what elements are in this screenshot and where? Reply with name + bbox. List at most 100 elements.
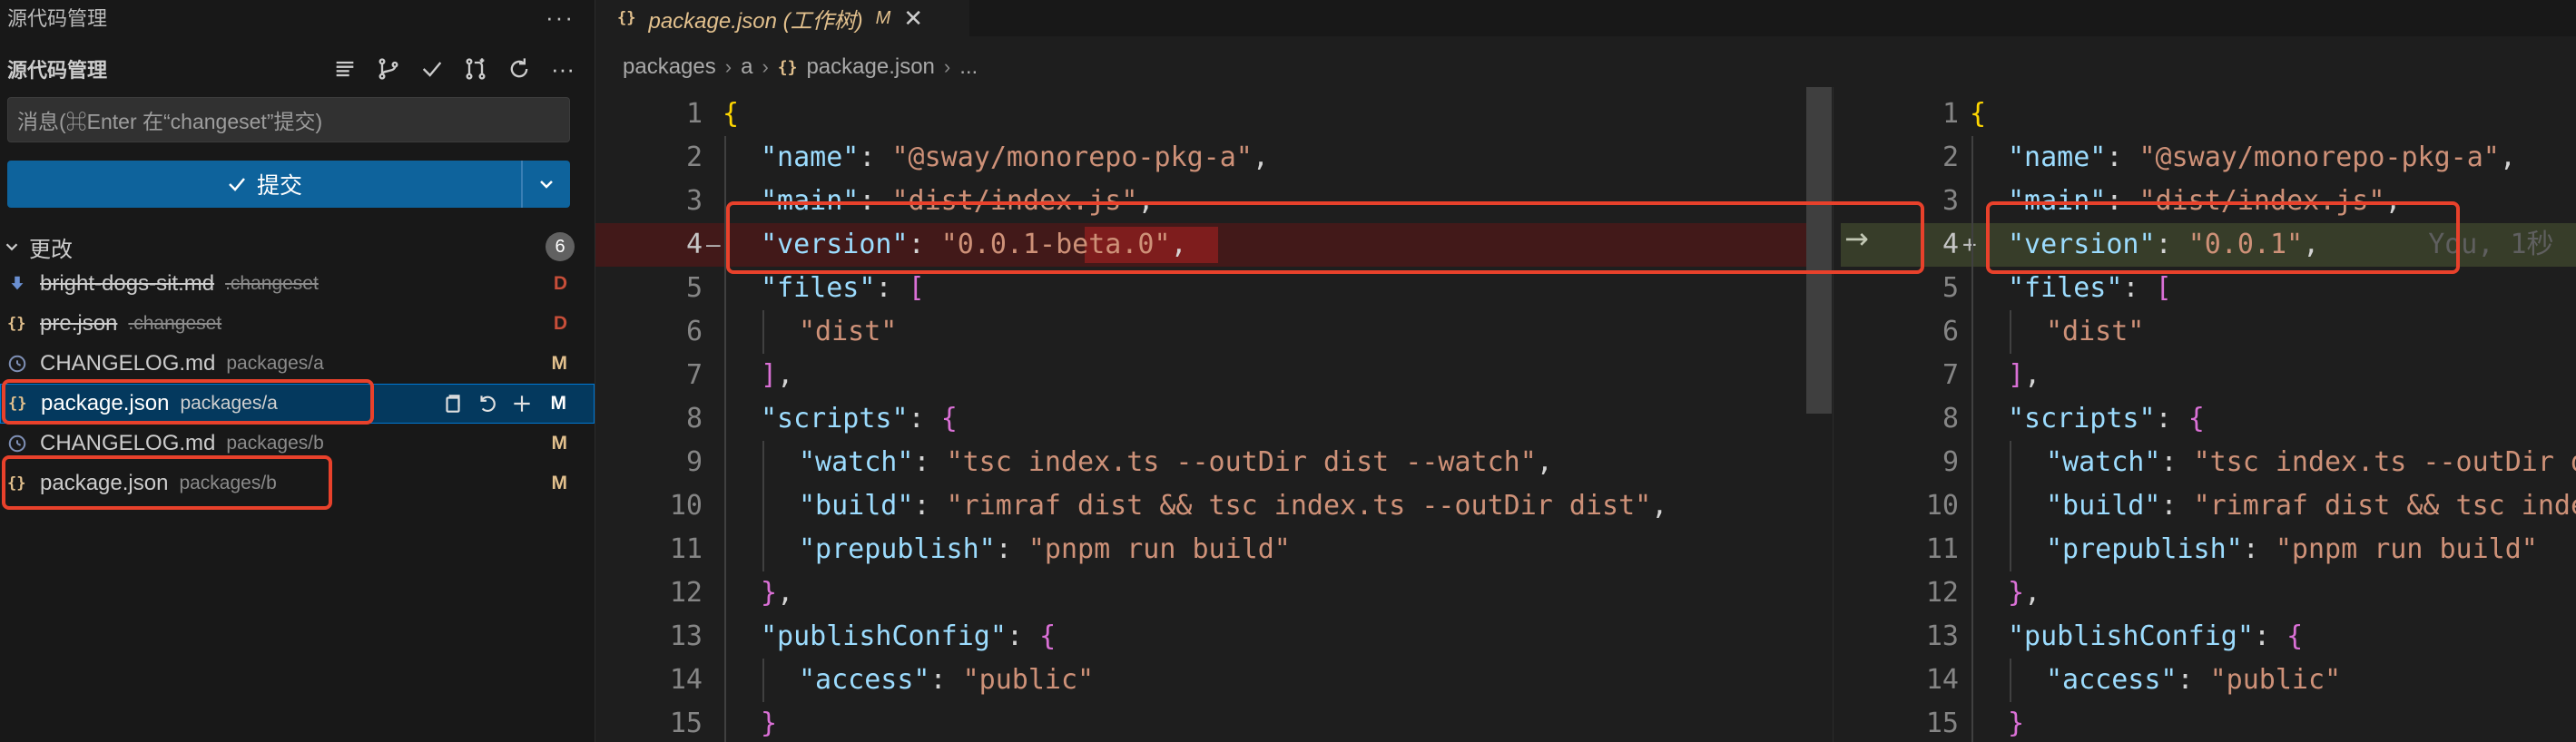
code-token: ,: [2384, 185, 2402, 217]
scm-header: 源代码管理 ···: [0, 50, 595, 88]
code-line: "prepublish": "pnpm run build": [2046, 528, 2538, 571]
commit-button-label: 提交: [256, 173, 302, 199]
code-token: }: [761, 708, 778, 739]
indent-guide: [1971, 571, 1973, 615]
indent-guide: [1971, 484, 1973, 528]
scm-toolbar: ···: [329, 54, 587, 84]
refresh-icon[interactable]: [504, 54, 535, 84]
code-line: "version": "0.0.1", You, 1秒: [2008, 223, 2554, 267]
line-number: 1: [685, 98, 703, 130]
commit-button[interactable]: 提交: [7, 161, 521, 208]
list-item[interactable]: {} pre.json .changeset D: [0, 304, 595, 344]
diff-modified-pane[interactable]: 1 {2 "name": "@sway/monorepo-pkg-a", 3 "main…: [1841, 87, 2576, 742]
line-number: 11: [1925, 533, 1959, 565]
code-token: "main": [761, 185, 860, 217]
indent-guide: [1971, 615, 1973, 659]
list-item[interactable]: {} package.json packages/a M: [0, 384, 595, 424]
code-token: :: [859, 185, 892, 217]
code-token: "scripts": [2008, 403, 2156, 434]
code-token: "access": [799, 664, 930, 696]
line-number: 2: [1942, 142, 1959, 173]
code-token: "publishConfig": [2008, 620, 2254, 652]
chevron-down-icon: [540, 181, 553, 189]
list-item[interactable]: {} package.json packages/b M: [0, 464, 595, 503]
code-line: "name": "@sway/monorepo-pkg-a",: [2008, 136, 2516, 180]
branch-graph-icon[interactable]: [373, 54, 404, 84]
file-name: package.json: [40, 471, 169, 495]
list-item[interactable]: CHANGELOG.md packages/b M: [0, 424, 595, 464]
indent-guide: [724, 571, 726, 615]
code-token: "build": [799, 490, 914, 522]
line-number: 11: [669, 533, 703, 565]
code-token: "public": [962, 664, 1095, 696]
close-icon[interactable]: ✕: [903, 5, 923, 33]
code-token: {: [1039, 620, 1057, 652]
code-token: :: [929, 664, 963, 696]
json-icon: {}: [7, 474, 26, 493]
code-line: "scripts": {: [2008, 397, 2205, 441]
code-token: "version": [761, 229, 909, 260]
scrollbar-thumb[interactable]: [1806, 87, 1832, 414]
view-as-list-icon[interactable]: [329, 54, 360, 84]
breadcrumb-item-packages[interactable]: packages: [623, 54, 716, 80]
code-token: :: [2160, 446, 2194, 478]
commit-message-input[interactable]: 消息(⌘Enter 在“changeset”提交): [7, 97, 570, 142]
open-file-icon[interactable]: [441, 392, 465, 415]
code-token: :: [2155, 403, 2188, 434]
line-number: 13: [1925, 620, 1959, 652]
indent-guide: [724, 223, 726, 267]
code-line: },: [761, 571, 793, 615]
more-scm-actions-icon[interactable]: ···: [547, 54, 578, 84]
code-token: "pnpm run build": [1027, 533, 1291, 565]
code-token: "watch": [799, 446, 914, 478]
tab-package-json[interactable]: {} package.json (工作树) M ✕: [595, 0, 969, 36]
code-token: [: [2155, 272, 2172, 304]
code-line: "dist": [2046, 310, 2144, 354]
code-line: "scripts": {: [761, 397, 958, 441]
indent-guide: [724, 180, 726, 223]
code-token: :: [2155, 229, 2188, 260]
line-number: 7: [1942, 359, 1959, 391]
line-number: 14: [669, 664, 703, 696]
code-line: "version": "0.0.1-beta.0",: [761, 223, 1187, 267]
line-number: 3: [685, 185, 703, 217]
line-number: 12: [669, 577, 703, 609]
file-status: M: [551, 433, 568, 454]
breadcrumb-item-file[interactable]: package.json: [806, 54, 934, 80]
tab-title: package.json (工作树): [648, 8, 863, 34]
code-token: :: [2106, 185, 2139, 217]
code-token: }: [2008, 708, 2025, 739]
indent-guide: [762, 528, 764, 571]
indent-guide: [724, 528, 726, 571]
discard-changes-icon[interactable]: [476, 392, 499, 415]
breadcrumb-item-a[interactable]: a: [741, 54, 752, 80]
changes-group-header[interactable]: 更改 6: [0, 229, 595, 264]
code-token: :: [2160, 490, 2194, 522]
source-control-sidebar: 源代码管理 ··· 源代码管理 ··· 消息(⌘Enter 在“changese…: [0, 0, 595, 742]
chevron-right-icon: ›: [762, 55, 769, 78]
chevron-down-icon: [5, 243, 18, 251]
list-item[interactable]: bright-dogs-sit.md .changeset D: [0, 264, 595, 304]
added-line-marker: +: [1962, 231, 1977, 259]
create-pull-request-icon[interactable]: [460, 54, 491, 84]
code-token: :: [2253, 620, 2287, 652]
code-line: {: [1970, 93, 1986, 136]
code-token: "scripts": [761, 403, 909, 434]
commit-dropdown-button[interactable]: [523, 161, 570, 208]
line-number: 15: [669, 708, 703, 739]
more-actions-icon[interactable]: ···: [546, 4, 587, 32]
json-icon: {}: [777, 57, 798, 77]
file-directory: packages/a: [180, 393, 278, 414]
code-token: "files": [2008, 272, 2123, 304]
list-item[interactable]: CHANGELOG.md packages/a M: [0, 344, 595, 384]
indent-guide: [724, 397, 726, 441]
file-name: package.json: [41, 391, 170, 415]
stage-changes-icon[interactable]: [510, 392, 534, 415]
commit-check-icon[interactable]: [417, 54, 447, 84]
json-icon: {}: [7, 315, 26, 333]
changes-label: 更改: [29, 237, 73, 262]
file-directory: packages/b: [226, 433, 324, 454]
diff-original-pane[interactable]: 1 {2 "name": "@sway/monorepo-pkg-a", 3 "main…: [595, 87, 1834, 742]
code-token: ,: [1536, 446, 1553, 478]
breadcrumb-item-symbols[interactable]: ...: [959, 54, 978, 80]
